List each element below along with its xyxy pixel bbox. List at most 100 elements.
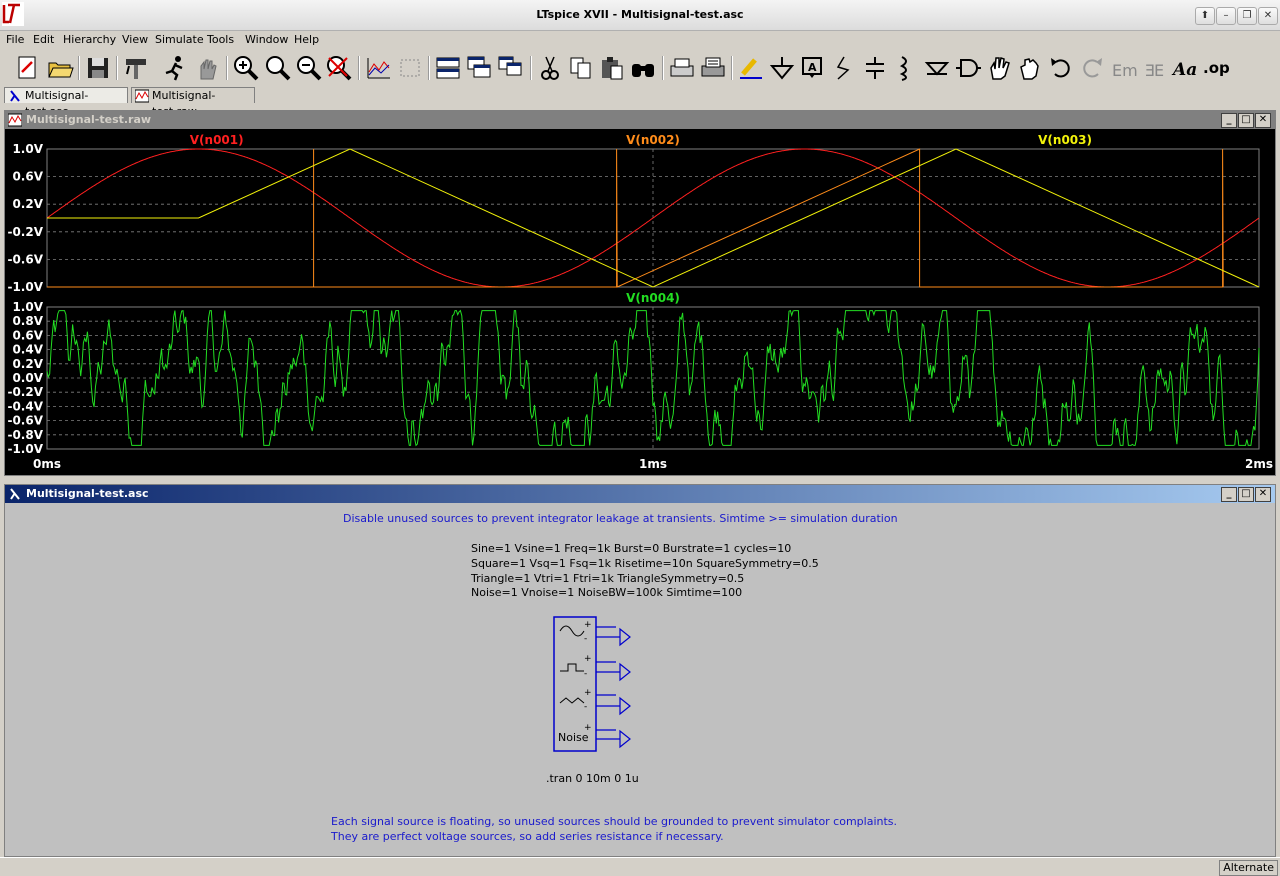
y-tick-label: 0.0V <box>12 371 43 385</box>
param-square[interactable]: Square=1 Vsq=1 Fsq=1k Risetime=10n Squar… <box>471 557 819 570</box>
diode-icon[interactable] <box>923 54 951 82</box>
y-tick-label: 0.6V <box>12 170 43 184</box>
resistor-icon[interactable] <box>830 54 858 82</box>
run-icon[interactable] <box>161 54 189 82</box>
param-triangle[interactable]: Triangle=1 Vtri=1 Ftri=1k TriangleSymmet… <box>471 572 744 585</box>
menu-tools[interactable]: Tools <box>207 33 234 46</box>
trace-label[interactable]: V(n004) <box>626 291 680 305</box>
title-bar: LTspice XVII - Multisignal-test.asc ⬆ – … <box>0 0 1280 31</box>
menu-view[interactable]: View <box>122 33 148 46</box>
waveform-window-titlebar[interactable]: Multisignal-test.raw _ □ ✕ <box>5 111 1275 129</box>
ground-icon[interactable] <box>768 54 796 82</box>
drag-hand-icon[interactable] <box>1016 54 1044 82</box>
menu-file[interactable]: File <box>6 33 24 46</box>
tab-waveform[interactable]: Multisignal-test.raw <box>131 87 255 118</box>
multisignal-source-symbol[interactable]: + - + - + - + - Noise <box>550 613 640 758</box>
halt-hand-icon[interactable] <box>193 54 221 82</box>
note-bottom-1[interactable]: Each signal source is floating, so unuse… <box>331 815 897 828</box>
square-wave-icon <box>560 663 584 672</box>
spice-directive-icon[interactable]: .op <box>1202 54 1230 82</box>
svg-text:Em: Em <box>1112 61 1137 80</box>
param-noise[interactable]: Noise=1 Vnoise=1 NoiseBW=100k Simtime=10… <box>471 586 742 599</box>
text-icon[interactable]: Aa <box>1171 54 1199 82</box>
svg-text:E: E <box>1154 61 1164 80</box>
paste-icon[interactable] <box>598 54 626 82</box>
y-tick-label: 0.8V <box>12 314 43 328</box>
zoom-in-icon[interactable] <box>232 54 260 82</box>
undo-icon[interactable] <box>1047 54 1075 82</box>
svg-text:Aa: Aa <box>1171 60 1197 80</box>
minimize-button[interactable]: _ <box>1221 487 1237 502</box>
schematic-canvas[interactable]: Disable unused sources to prevent integr… <box>5 503 1273 854</box>
svg-text:+: + <box>584 654 592 664</box>
y-tick-label: 0.2V <box>12 357 43 371</box>
schematic-window-titlebar[interactable]: Multisignal-test.asc _ □ ✕ <box>5 485 1275 503</box>
inductor-icon[interactable] <box>892 54 920 82</box>
new-schematic-icon[interactable] <box>14 54 42 82</box>
y-tick-label: -0.4V <box>7 399 43 413</box>
component-icon[interactable] <box>954 54 982 82</box>
trace-label[interactable]: V(n001) <box>190 133 244 147</box>
close-button[interactable]: ✕ <box>1255 487 1271 502</box>
menu-hierarchy[interactable]: Hierarchy <box>63 33 116 46</box>
menu-simulate[interactable]: Simulate <box>155 33 204 46</box>
maximize-button[interactable]: □ <box>1238 113 1254 128</box>
window-title: LTspice XVII - Multisignal-test.asc <box>536 8 744 21</box>
waveform-window: Multisignal-test.raw _ □ ✕ 1.0V 0.6V 0.2V -… <box>4 110 1276 476</box>
tab-schematic[interactable]: Multisignal-test.asc <box>4 87 128 118</box>
tile-vertical-icon[interactable] <box>497 54 525 82</box>
draw-wire-icon[interactable] <box>737 54 765 82</box>
menu-help[interactable]: Help <box>294 33 319 46</box>
schematic-icon <box>10 488 20 500</box>
y-tick-label: 0.6V <box>12 328 43 342</box>
copy-icon[interactable] <box>567 54 595 82</box>
close-button[interactable]: ✕ <box>1255 113 1271 128</box>
window-close-button[interactable]: ✕ <box>1258 7 1278 25</box>
svg-text:-: - <box>584 702 587 712</box>
svg-text:+: + <box>584 620 592 630</box>
waveform-icon <box>8 113 22 127</box>
print-icon[interactable] <box>699 54 727 82</box>
y-tick-label: 1.0V <box>12 300 43 314</box>
sine-wave-icon <box>559 625 585 637</box>
schematic-window-title: Multisignal-test.asc <box>26 487 149 500</box>
zoom-area-icon[interactable] <box>264 54 292 82</box>
save-icon[interactable] <box>84 54 112 82</box>
capacitor-icon[interactable] <box>861 54 889 82</box>
tile-horizontal-icon[interactable] <box>434 54 462 82</box>
trace-label[interactable]: V(n003) <box>1038 133 1092 147</box>
menu-window[interactable]: Window <box>245 33 288 46</box>
toolbar: A Em ƎE Aa .op <box>0 50 1280 86</box>
waveform-plot[interactable]: 1.0V 0.6V 0.2V -0.2V -0.6V -1.0V V(n001) V(n002… <box>5 129 1275 474</box>
autorange-icon[interactable] <box>365 54 393 82</box>
svg-text:A: A <box>808 61 817 74</box>
schematic-window: Multisignal-test.asc _ □ ✕ Disable unuse… <box>4 484 1276 857</box>
minimize-button[interactable]: _ <box>1221 113 1237 128</box>
print-preview-icon[interactable] <box>668 54 696 82</box>
maximize-button[interactable]: □ <box>1238 487 1254 502</box>
redo-icon[interactable] <box>1078 54 1106 82</box>
zoom-out-icon[interactable] <box>295 54 323 82</box>
y-tick-label: -0.6V <box>7 414 43 428</box>
fit-icon[interactable] <box>396 54 424 82</box>
move-hand-icon[interactable] <box>985 54 1013 82</box>
cascade-icon[interactable] <box>466 54 494 82</box>
note-bottom-2[interactable]: They are perfect voltage sources, so add… <box>331 830 724 843</box>
find-icon[interactable] <box>629 54 657 82</box>
trace-label[interactable]: V(n002) <box>626 133 680 147</box>
menu-edit[interactable]: Edit <box>33 33 54 46</box>
cut-icon[interactable] <box>536 54 564 82</box>
open-folder-icon[interactable] <box>46 54 74 82</box>
tran-directive[interactable]: .tran 0 10m 0 1u <box>546 772 639 785</box>
window-minimize-button[interactable]: – <box>1216 7 1236 25</box>
window-up-button[interactable]: ⬆ <box>1195 7 1215 25</box>
mirror-icon[interactable]: ƎE <box>1140 54 1168 82</box>
param-sine[interactable]: Sine=1 Vsine=1 Freq=1k Burst=0 Burstrate… <box>471 542 791 555</box>
label-net-icon[interactable]: A <box>799 54 827 82</box>
rotate-icon[interactable]: Em <box>1109 54 1138 82</box>
y-tick-label: -1.0V <box>7 442 43 456</box>
zoom-cancel-icon[interactable] <box>325 54 353 82</box>
window-maximize-button[interactable]: ❐ <box>1237 7 1257 25</box>
control-panel-hammer-icon[interactable] <box>122 54 150 82</box>
note-top[interactable]: Disable unused sources to prevent integr… <box>343 512 898 525</box>
